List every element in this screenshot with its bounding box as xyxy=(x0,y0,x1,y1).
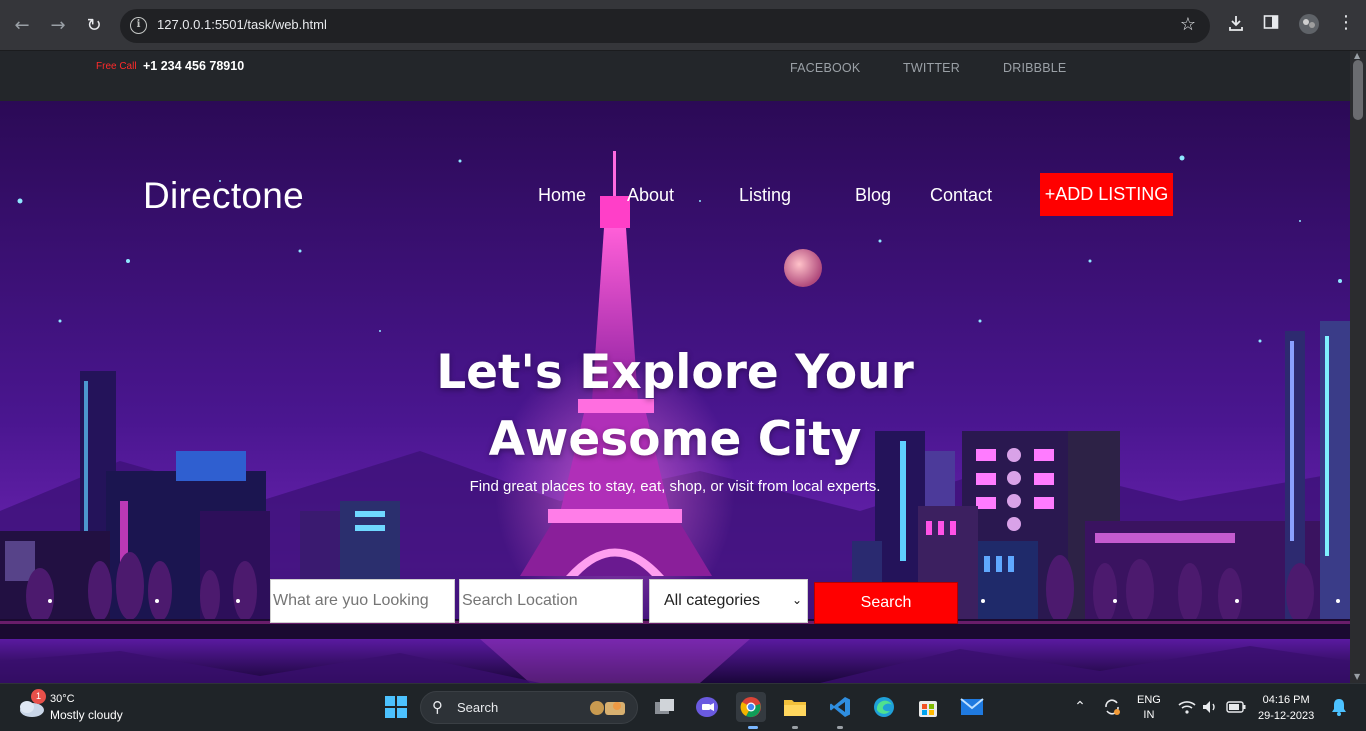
top-info-bar: Free Call +1 234 456 78910 FACEBOOK TWIT… xyxy=(0,51,1350,101)
nav-home[interactable]: Home xyxy=(538,185,586,206)
dribbble-link[interactable]: DRIBBBLE xyxy=(1003,61,1066,75)
explorer-indicator xyxy=(792,726,798,729)
download-icon[interactable] xyxy=(1227,14,1245,36)
scrollbar-thumb[interactable] xyxy=(1353,60,1363,120)
taskbar-search-label: Search xyxy=(457,700,499,715)
chevron-down-icon: ⌄ xyxy=(791,593,802,607)
scroll-up-icon[interactable]: ▲ xyxy=(1354,51,1360,60)
reload-icon[interactable]: ↻ xyxy=(82,13,106,37)
file-explorer-icon[interactable] xyxy=(780,692,810,722)
search-highlight-icon xyxy=(587,696,631,724)
hero-subtitle: Find great places to stay, eat, shop, or… xyxy=(469,478,881,495)
category-select-value: All categories xyxy=(664,592,761,609)
url-text[interactable]: 127.0.0.1:5501/task/web.html xyxy=(157,17,327,32)
mail-icon[interactable] xyxy=(957,692,987,722)
weather-temperature[interactable]: 30°C xyxy=(50,693,75,705)
weather-condition[interactable]: Mostly cloudy xyxy=(50,708,123,722)
chrome-icon[interactable] xyxy=(736,692,766,722)
back-icon[interactable]: ← xyxy=(10,13,34,37)
clock-time: 04:16 PM xyxy=(1262,694,1310,706)
task-view-icon[interactable] xyxy=(650,692,680,722)
language-code: ENG xyxy=(1137,694,1161,706)
search-button[interactable]: Search xyxy=(814,582,958,624)
nav-listing[interactable]: Listing xyxy=(739,185,791,206)
bookmark-star-icon[interactable]: ☆ xyxy=(1180,14,1196,35)
profile-avatar-icon[interactable] xyxy=(1298,13,1320,39)
system-clock[interactable]: 04:16 PM 29-12-2023 xyxy=(1258,692,1314,724)
location-search-input[interactable]: Search Location xyxy=(459,579,643,623)
nav-about[interactable]: About xyxy=(627,185,674,206)
nav-blog[interactable]: Blog xyxy=(855,185,891,206)
site-logo[interactable]: Directone xyxy=(143,175,304,217)
weather-badge: 1 xyxy=(31,689,46,704)
windows-taskbar: 1 30°C Mostly cloudy ⚲ Search ⌃ ENG IN 0… xyxy=(0,683,1366,731)
address-bar[interactable]: i 127.0.0.1:5501/task/web.html ☆ xyxy=(120,9,1210,43)
site-info-icon[interactable]: i xyxy=(130,17,147,34)
hero-section: Directone Home About Listing Blog Contac… xyxy=(0,101,1350,683)
chevron-up-icon[interactable]: ⌃ xyxy=(1065,692,1095,722)
language-indicator[interactable]: ENG IN xyxy=(1137,693,1161,723)
microsoft-store-icon[interactable] xyxy=(913,692,943,722)
add-listing-button[interactable]: +ADD LISTING xyxy=(1040,173,1173,216)
page-scrollbar[interactable]: ▲ ▼ xyxy=(1350,51,1366,683)
clock-date: 29-12-2023 xyxy=(1258,710,1315,722)
notification-bell-icon[interactable] xyxy=(1324,692,1354,722)
free-call-label: Free Call xyxy=(96,61,137,72)
twitter-link[interactable]: TWITTER xyxy=(903,61,960,75)
vscode-icon[interactable] xyxy=(825,692,855,722)
taskbar-search[interactable]: ⚲ Search xyxy=(420,691,638,724)
phone-number: +1 234 456 78910 xyxy=(143,59,245,73)
browser-menu-icon[interactable]: ⋮ xyxy=(1337,12,1355,33)
what-search-input[interactable]: What are yuo Looking xyxy=(270,579,455,623)
side-panel-icon[interactable] xyxy=(1263,14,1279,34)
sync-icon[interactable] xyxy=(1097,692,1127,722)
browser-toolbar: ← → ↻ i 127.0.0.1:5501/task/web.html ☆ ⋮ xyxy=(0,0,1366,51)
hero-title-line2: Awesome City xyxy=(488,412,862,467)
chrome-active-indicator xyxy=(748,726,758,729)
vscode-indicator xyxy=(837,726,843,729)
nav-contact[interactable]: Contact xyxy=(930,185,992,206)
chat-app-icon[interactable] xyxy=(692,692,722,722)
edge-icon[interactable] xyxy=(869,692,899,722)
scroll-down-icon[interactable]: ▼ xyxy=(1354,672,1360,681)
windows-start-icon[interactable] xyxy=(381,692,411,722)
search-icon: ⚲ xyxy=(432,698,443,716)
hero-title: Let's Explore Your Awesome City xyxy=(375,339,975,473)
webpage: Free Call +1 234 456 78910 FACEBOOK TWIT… xyxy=(0,51,1350,683)
battery-icon[interactable] xyxy=(1221,692,1251,722)
hero-title-line1: Let's Explore Your xyxy=(436,345,914,400)
category-select[interactable]: All categories ⌄ xyxy=(649,579,808,623)
forward-icon[interactable]: → xyxy=(46,13,70,37)
facebook-link[interactable]: FACEBOOK xyxy=(790,61,860,75)
region-code: IN xyxy=(1143,709,1155,721)
